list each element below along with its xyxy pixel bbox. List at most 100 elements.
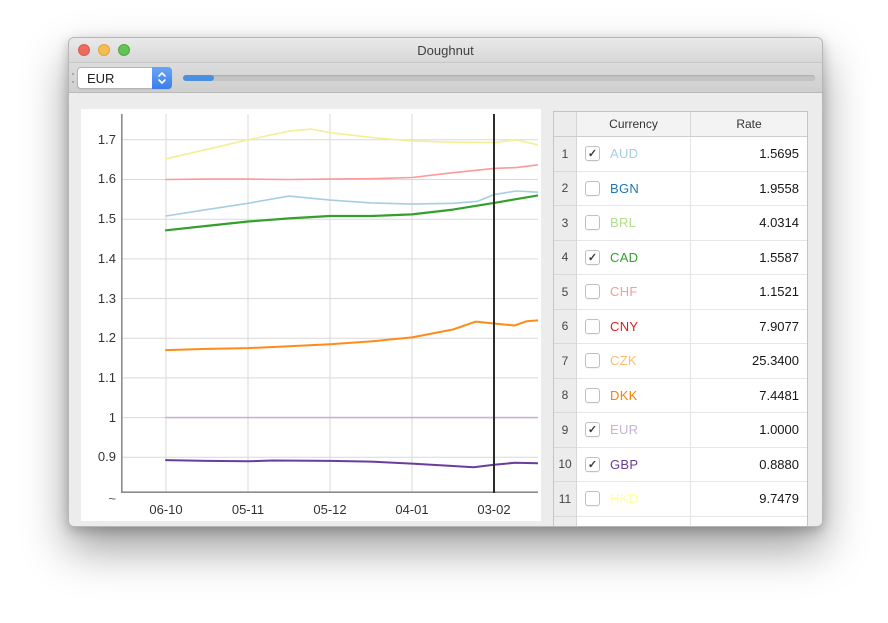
currency-cell: DKK	[577, 379, 691, 414]
series-yellow	[166, 129, 538, 159]
table-row[interactable]: 1✓AUD1.5695	[554, 137, 807, 172]
rates-chart[interactable]: 1.71.61.51.41.31.21.110.9~ 06-1005-1105-…	[81, 109, 541, 521]
table-row[interactable]: 5 CHF 1.1521	[554, 275, 807, 310]
currency-cell: CZK	[577, 344, 691, 379]
base-currency-select[interactable]: EUR	[77, 67, 172, 89]
rate-value: 1.5695	[691, 137, 807, 172]
currency-checkbox[interactable]: ✓	[585, 250, 600, 265]
currency-code: EUR	[610, 422, 638, 437]
zoom-window-button[interactable]	[118, 44, 130, 56]
series-orange	[166, 320, 538, 350]
currency-cell: BRL	[577, 206, 691, 241]
rate-column-header[interactable]: Rate	[691, 112, 807, 136]
x-tick-label: 05-12	[300, 502, 360, 517]
row-number: 4	[554, 241, 577, 276]
currency-checkbox[interactable]	[585, 215, 600, 230]
rate-value	[691, 517, 807, 528]
table-row[interactable]: 6 CNY 7.9077	[554, 310, 807, 345]
table-row[interactable]: 10✓GBP0.8880	[554, 448, 807, 483]
currency-checkbox[interactable]	[585, 353, 600, 368]
minimize-window-button[interactable]	[98, 44, 110, 56]
app-window: Doughnut EUR 1.71.61.51.41.31.21.110.9~ …	[68, 37, 823, 527]
table-header-row: Currency Rate	[554, 112, 807, 137]
series-green	[166, 195, 538, 230]
x-tick-label: 03-02	[464, 502, 524, 517]
table-body: 1✓AUD1.56952BGN1.95583BRL4.03144✓CAD1.55…	[554, 137, 807, 527]
timeline-slider[interactable]	[183, 75, 815, 81]
currency-checkbox[interactable]	[585, 526, 600, 527]
rate-value: 1.5587	[691, 241, 807, 276]
window-title: Doughnut	[417, 43, 473, 58]
rate-value: 25.3400	[691, 344, 807, 379]
currency-cell: ✓ EUR	[577, 413, 691, 448]
rate-value: 7.9077	[691, 310, 807, 345]
x-tick-label: 05-11	[218, 502, 278, 517]
currency-code: CZK	[610, 353, 637, 368]
currency-cell: ✓CAD	[577, 241, 691, 276]
currency-checkbox[interactable]: ✓	[585, 422, 600, 437]
currency-code: GBP	[610, 457, 638, 472]
table-row[interactable]: 3BRL4.0314	[554, 206, 807, 241]
toolbar: EUR	[69, 63, 822, 93]
row-number: 11	[554, 482, 577, 517]
main-content: 1.71.61.51.41.31.21.110.9~ 06-1005-1105-…	[69, 93, 822, 527]
currency-code: CNY	[610, 319, 638, 334]
currency-cell	[577, 517, 691, 528]
currency-cell: HKD	[577, 482, 691, 517]
currency-code: CHF	[610, 284, 638, 299]
x-tick-label: 06-10	[136, 502, 196, 517]
currency-cell: CHF	[577, 275, 691, 310]
y-tick-label: 1	[81, 410, 116, 426]
currency-checkbox[interactable]: ✓	[585, 146, 600, 161]
currency-code: BGN	[610, 181, 639, 196]
chart-plot[interactable]	[121, 114, 538, 493]
table-row[interactable]: 11HKD9.7479	[554, 482, 807, 517]
currency-checkbox[interactable]: ✓	[585, 457, 600, 472]
currency-cell: CNY	[577, 310, 691, 345]
y-tick-label: 0.9	[81, 449, 116, 465]
currency-checkbox[interactable]	[585, 388, 600, 403]
row-number: 6	[554, 310, 577, 345]
y-tick-label: 1.1	[81, 370, 116, 386]
currency-table[interactable]: Currency Rate 1✓AUD1.56952BGN1.95583BRL4…	[553, 111, 808, 527]
rate-value: 4.0314	[691, 206, 807, 241]
y-tick-label: 1.5	[81, 211, 116, 227]
title-bar[interactable]: Doughnut	[69, 38, 822, 63]
rate-value: 1.1521	[691, 275, 807, 310]
table-row[interactable]: 7CZK25.3400	[554, 344, 807, 379]
table-row[interactable]	[554, 517, 807, 528]
y-tick-label: 1.6	[81, 171, 116, 187]
currency-checkbox[interactable]	[585, 181, 600, 196]
row-number: 10	[554, 448, 577, 483]
table-row[interactable]: 4✓CAD1.5587	[554, 241, 807, 276]
rate-value: 7.4481	[691, 379, 807, 414]
currency-checkbox[interactable]	[585, 491, 600, 506]
rate-value: 1.0000	[691, 413, 807, 448]
row-number-column-header[interactable]	[554, 112, 577, 136]
series-salmon	[166, 165, 538, 180]
rate-value: 1.9558	[691, 172, 807, 207]
close-window-button[interactable]	[78, 44, 90, 56]
base-currency-value: EUR	[78, 71, 152, 86]
y-tick-label: 1.4	[81, 251, 116, 267]
y-axis-overflow-label: ~	[81, 491, 116, 507]
table-row[interactable]: 2 BGN 1.9558	[554, 172, 807, 207]
series-purple	[166, 460, 538, 467]
table-row[interactable]: 9 ✓ EUR 1.0000	[554, 413, 807, 448]
currency-checkbox[interactable]	[585, 284, 600, 299]
row-number: 3	[554, 206, 577, 241]
series-light-blue	[166, 191, 538, 216]
currency-column-header[interactable]: Currency	[577, 112, 691, 136]
row-number: 5	[554, 275, 577, 310]
currency-cell: ✓AUD	[577, 137, 691, 172]
table-row[interactable]: 8DKK7.4481	[554, 379, 807, 414]
currency-checkbox[interactable]	[585, 319, 600, 334]
row-number	[554, 517, 577, 528]
timeline-slider-fill[interactable]	[183, 75, 214, 81]
stepper-arrows-icon[interactable]	[152, 67, 172, 89]
currency-cell: BGN	[577, 172, 691, 207]
row-number: 1	[554, 137, 577, 172]
row-number: 2	[554, 172, 577, 207]
row-number: 9	[554, 413, 577, 448]
y-tick-label: 1.2	[81, 330, 116, 346]
